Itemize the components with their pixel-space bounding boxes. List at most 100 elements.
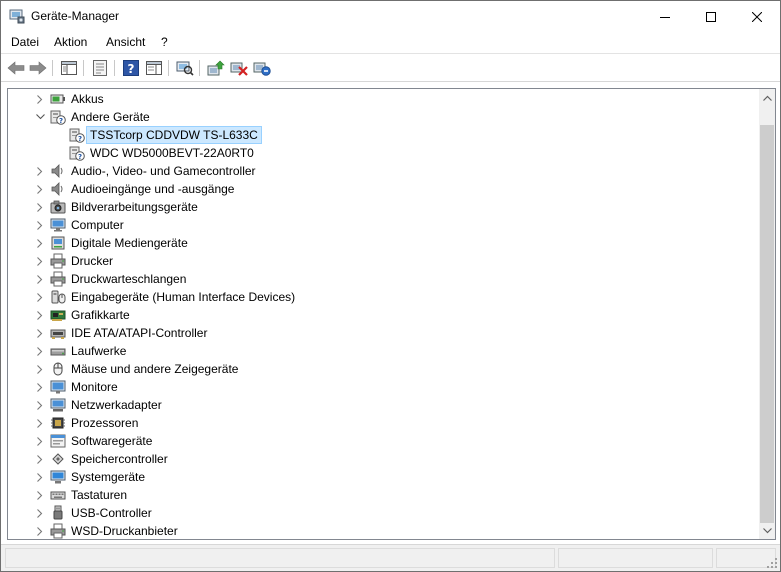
tree-device-item[interactable]: ? WDC WD5000BEVT-22A0RT0 xyxy=(8,144,760,162)
menu-action[interactable]: Aktion xyxy=(54,35,87,49)
chevron-right-icon[interactable] xyxy=(35,526,45,536)
tree-category[interactable]: Digitale Mediengeräte xyxy=(8,234,760,252)
svg-text:?: ? xyxy=(59,117,63,125)
tree-category[interactable]: Systemgeräte xyxy=(8,468,760,486)
tree-category[interactable]: Drucker xyxy=(8,252,760,270)
tree-category[interactable]: Mäuse und andere Zeigegeräte xyxy=(8,360,760,378)
resize-grip-icon[interactable] xyxy=(766,557,778,569)
tree-item-label: Druckwarteschlangen xyxy=(71,272,187,286)
device-tree[interactable]: Akkus? Andere Geräte ? TSSTcorp CDDVDW TS-L… xyxy=(8,89,760,539)
tree-item-label: Prozessoren xyxy=(71,416,139,430)
chevron-right-icon[interactable] xyxy=(35,166,45,176)
chevron-right-icon[interactable] xyxy=(35,202,45,212)
tree-item-label: Laufwerke xyxy=(71,344,127,358)
chevron-right-icon[interactable] xyxy=(35,490,45,500)
scroll-down-button[interactable] xyxy=(759,522,775,539)
update-driver-button[interactable] xyxy=(206,58,226,78)
tree-category[interactable]: Speichercontroller xyxy=(8,450,760,468)
chevron-right-icon[interactable] xyxy=(35,310,45,320)
uninstall-device-icon xyxy=(253,62,271,76)
scroll-up-button[interactable] xyxy=(759,89,775,106)
tree-category[interactable]: Netzwerkadapter xyxy=(8,396,760,414)
chevron-right-icon[interactable] xyxy=(35,382,45,392)
menu-view[interactable]: Ansicht xyxy=(106,35,145,49)
chevron-right-icon[interactable] xyxy=(35,238,45,248)
tree-category[interactable]: Computer xyxy=(8,216,760,234)
unknown-device-icon: ? xyxy=(69,146,85,161)
tree-item-label: Andere Geräte xyxy=(71,110,150,124)
forward-icon xyxy=(29,61,47,75)
scan-hardware-button[interactable] xyxy=(175,58,195,78)
view-button[interactable] xyxy=(144,58,164,78)
close-button[interactable] xyxy=(734,1,780,32)
scrollbar-thumb[interactable] xyxy=(760,125,774,523)
tree-category[interactable]: Bildverarbeitungsgeräte xyxy=(8,198,760,216)
media-device-icon xyxy=(51,236,65,250)
tree-item-label: WSD-Druckanbieter xyxy=(71,524,178,538)
chevron-right-icon[interactable] xyxy=(35,94,45,104)
vertical-scrollbar[interactable] xyxy=(759,89,775,539)
tree-category[interactable]: Softwaregeräte xyxy=(8,432,760,450)
maximize-button[interactable] xyxy=(688,1,734,32)
tree-category[interactable]: ? Andere Geräte xyxy=(8,108,760,126)
tree-item-label: Eingabegeräte (Human Interface Devices) xyxy=(71,290,296,304)
tree-category[interactable]: Prozessoren xyxy=(8,414,760,432)
uninstall-device-button[interactable] xyxy=(252,58,272,78)
menu-help[interactable]: ? xyxy=(161,35,168,49)
chevron-down-icon[interactable] xyxy=(35,112,45,122)
tree-item-label: Tastaturen xyxy=(71,488,128,502)
chevron-right-icon[interactable] xyxy=(35,292,45,302)
tree-category[interactable]: Druckwarteschlangen xyxy=(8,270,760,288)
chevron-right-icon[interactable] xyxy=(35,274,45,284)
battery-icon xyxy=(50,94,65,104)
tree-category[interactable]: Grafikkarte xyxy=(8,306,760,324)
chevron-right-icon[interactable] xyxy=(35,436,45,446)
back-button[interactable] xyxy=(6,58,26,78)
properties-button[interactable] xyxy=(90,58,110,78)
toolbar-separator xyxy=(199,60,200,76)
tree-category[interactable]: Laufwerke xyxy=(8,342,760,360)
computer-icon xyxy=(50,218,66,232)
back-icon xyxy=(7,61,25,75)
camera-icon xyxy=(50,200,66,214)
tree-item-label: Audio-, Video- und Gamecontroller xyxy=(71,164,256,178)
chevron-right-icon[interactable] xyxy=(35,400,45,410)
tree-item-label: Grafikkarte xyxy=(71,308,130,322)
chevron-right-icon[interactable] xyxy=(35,508,45,518)
forward-button[interactable] xyxy=(28,58,48,78)
tree-device-item[interactable]: ? TSSTcorp CDDVDW TS-L633C xyxy=(8,126,760,144)
chevron-right-icon[interactable] xyxy=(35,220,45,230)
tree-category[interactable]: Eingabegeräte (Human Interface Devices) xyxy=(8,288,760,306)
chevron-right-icon[interactable] xyxy=(35,346,45,356)
chevron-right-icon[interactable] xyxy=(35,256,45,266)
menu-file[interactable]: Datei xyxy=(11,35,39,49)
disable-device-button[interactable] xyxy=(229,58,249,78)
tree-category[interactable]: USB-Controller xyxy=(8,504,760,522)
usb-icon xyxy=(53,505,63,520)
keyboard-icon xyxy=(50,491,66,500)
tree-category[interactable]: Audioeingänge und -ausgänge xyxy=(8,180,760,198)
help-button[interactable]: ? xyxy=(121,58,141,78)
chevron-right-icon[interactable] xyxy=(35,328,45,338)
show-hide-console-tree-button[interactable] xyxy=(59,58,79,78)
tree-category[interactable]: IDE ATA/ATAPI-Controller xyxy=(8,324,760,342)
tree-category[interactable]: WSD-Druckanbieter xyxy=(8,522,760,539)
scan-hardware-icon xyxy=(176,61,194,76)
tree-category[interactable]: Audio-, Video- und Gamecontroller xyxy=(8,162,760,180)
title-bar[interactable]: Geräte-Manager xyxy=(1,1,780,32)
chevron-right-icon[interactable] xyxy=(35,184,45,194)
chevron-right-icon[interactable] xyxy=(35,364,45,374)
chevron-right-icon[interactable] xyxy=(35,454,45,464)
svg-text:?: ? xyxy=(78,135,82,143)
tree-category[interactable]: Tastaturen xyxy=(8,486,760,504)
tree-category[interactable]: Monitore xyxy=(8,378,760,396)
device-tree-frame: Akkus? Andere Geräte ? TSSTcorp CDDVDW TS-L… xyxy=(7,88,776,540)
chevron-right-icon[interactable] xyxy=(35,418,45,428)
tree-category[interactable]: Akkus xyxy=(8,90,760,108)
tree-item-label: Netzwerkadapter xyxy=(71,398,162,412)
chevron-right-icon[interactable] xyxy=(35,472,45,482)
status-pane-secondary xyxy=(558,548,713,568)
mouse-icon xyxy=(53,362,63,376)
disable-device-icon xyxy=(230,62,248,76)
minimize-button[interactable] xyxy=(642,1,688,32)
